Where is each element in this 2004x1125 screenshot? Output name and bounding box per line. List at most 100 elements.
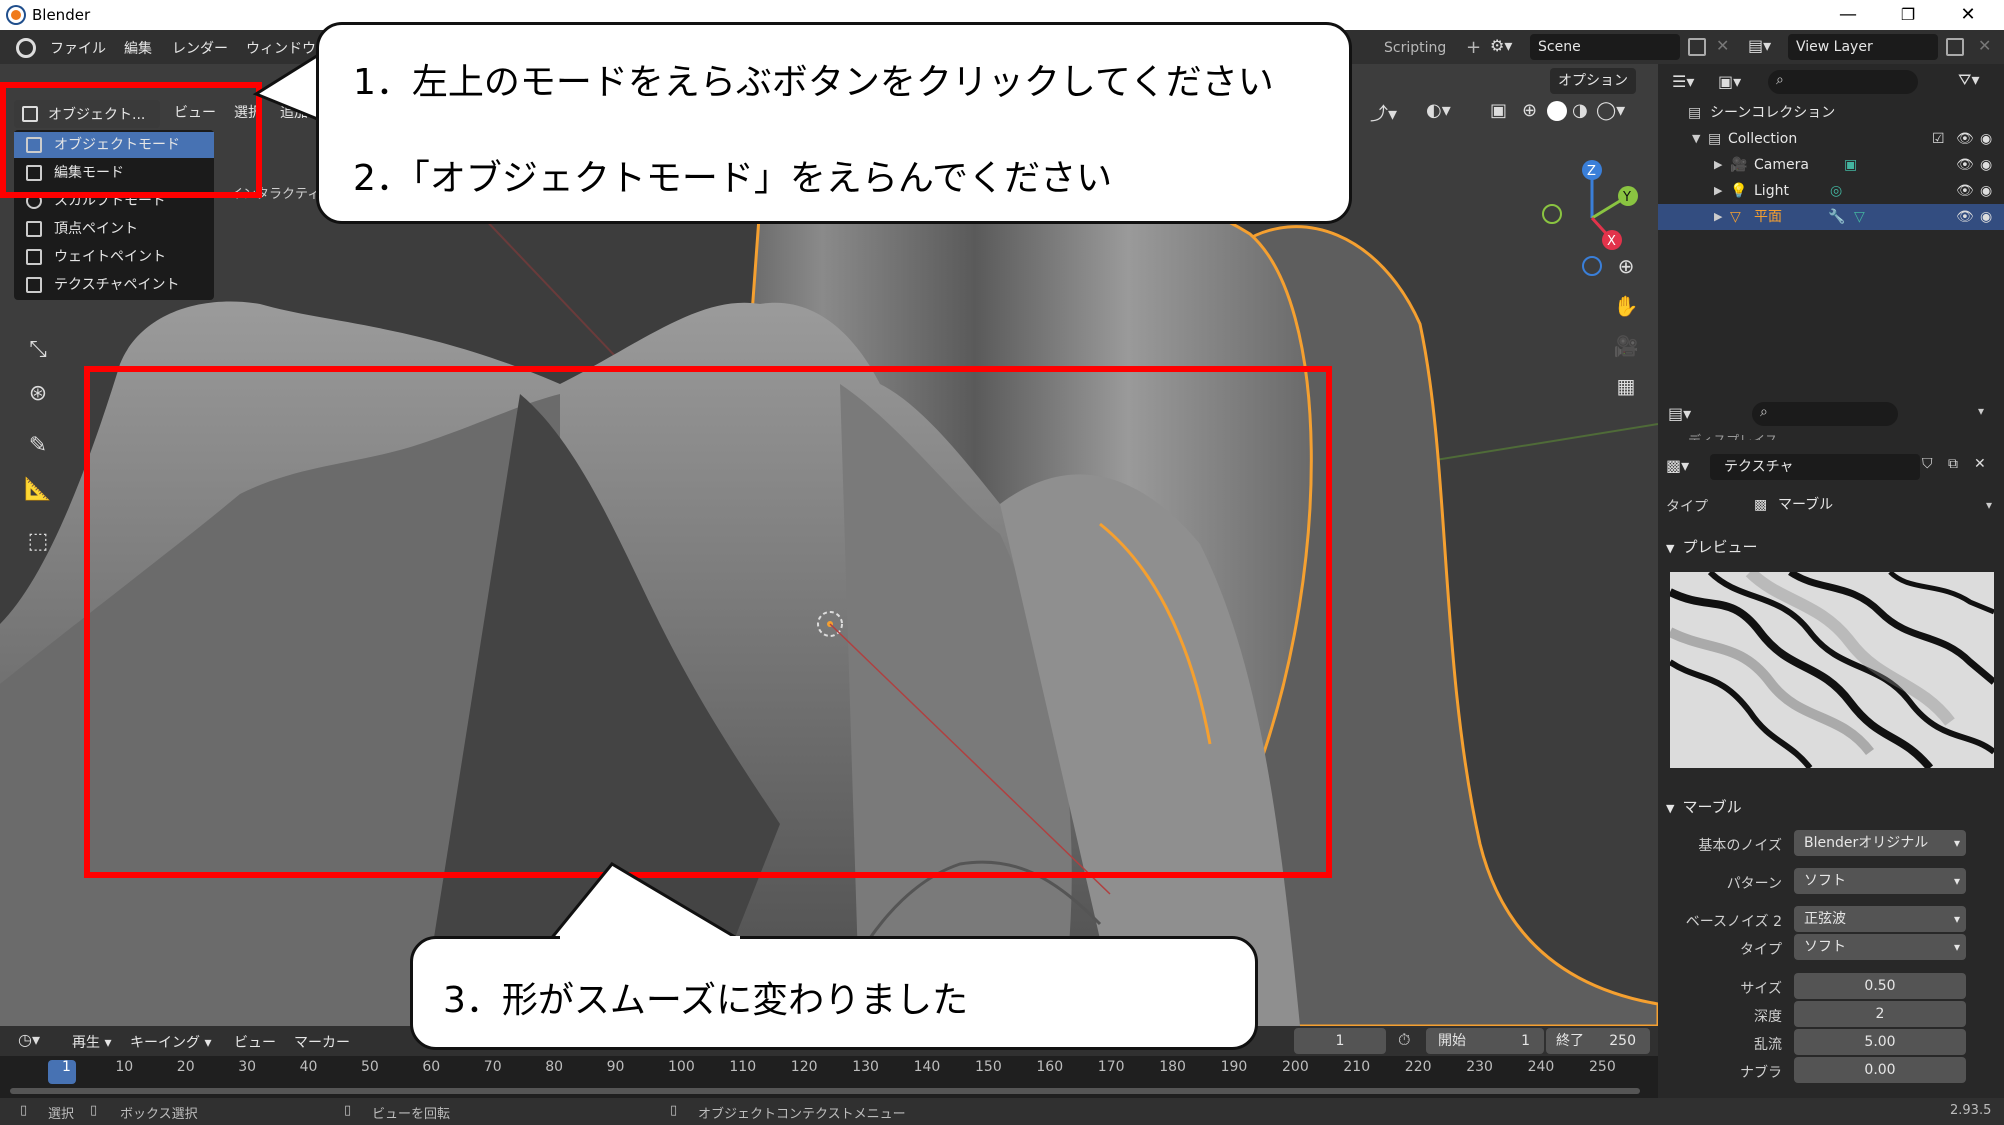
timeline-tick-label: 210 xyxy=(1343,1059,1371,1075)
filter-mode-icon[interactable]: ▣▾ xyxy=(1718,72,1741,91)
overlay-toggle-icon[interactable]: ◐▾ xyxy=(1426,100,1451,121)
turbulence-field[interactable]: 5.00 xyxy=(1794,1029,1966,1055)
menu-keying[interactable]: キーイング ▾ xyxy=(130,1032,211,1052)
mesh-data-icon: ▽ xyxy=(1854,209,1865,225)
outliner-row-light[interactable]: ▶ 💡 Light ◎ 👁 ◉ xyxy=(1658,178,2004,204)
annotate-tool-icon[interactable]: ✎ xyxy=(18,426,58,466)
maximize-button[interactable]: ❐ xyxy=(1880,0,1936,30)
camera-render-icon[interactable]: ◉ xyxy=(1980,204,1992,230)
scene-collection-icon: ▤ xyxy=(1688,105,1702,121)
tab-scripting[interactable]: Scripting xyxy=(1374,36,1456,60)
unlink-icon[interactable]: ✕ xyxy=(1974,456,1986,472)
window-title: Blender xyxy=(32,6,91,24)
menu-render[interactable]: レンダー xyxy=(172,38,228,58)
remove-view-layer-icon[interactable]: ✕ xyxy=(1978,36,1991,55)
menu-playback[interactable]: 再生 ▾ xyxy=(72,1032,111,1052)
close-button[interactable]: ✕ xyxy=(1940,0,1996,30)
eye-icon[interactable]: 👁 xyxy=(1956,152,1974,178)
menu-marker[interactable]: マーカー xyxy=(294,1032,350,1052)
preview-panel-header[interactable]: ▼ プレビュー xyxy=(1666,536,1757,557)
timeline-scrollbar[interactable] xyxy=(10,1088,1640,1094)
stopwatch-icon[interactable]: ⏱ xyxy=(1398,1030,1410,1050)
options-button[interactable]: オプション xyxy=(1550,68,1636,94)
mode-option-vertex-paint[interactable]: 頂点ペイント xyxy=(14,216,214,242)
mode-option-weight-paint[interactable]: ウェイトペイント xyxy=(14,244,214,270)
camera-render-icon[interactable]: ◉ xyxy=(1980,178,1992,204)
chevron-down-icon: ▾ xyxy=(1953,874,1960,888)
camera-render-icon[interactable]: ◉ xyxy=(1980,152,1992,178)
options-chevron-icon[interactable]: ▾ xyxy=(1978,404,1984,418)
noise-type-select[interactable]: ソフト ▾ xyxy=(1794,934,1966,960)
scale-tool-icon[interactable]: ⤡ xyxy=(18,330,58,370)
outliner-row-camera[interactable]: ▶ 🎥 Camera ▣ 👁 ◉ xyxy=(1658,152,2004,178)
size-field[interactable]: 0.50 xyxy=(1794,973,1966,999)
pan-hand-icon[interactable]: ✋ xyxy=(1608,288,1644,324)
chevron-down-icon: ▾ xyxy=(1953,940,1960,954)
marble-panel-header[interactable]: ▼ マーブル xyxy=(1666,796,1742,817)
camera-render-icon[interactable]: ◉ xyxy=(1980,126,1992,152)
displace-partial-header: ディスプレイス xyxy=(1688,430,1778,440)
status-select: 選択 xyxy=(48,1107,75,1122)
perspective-grid-icon[interactable]: ▦ xyxy=(1608,368,1644,404)
base-noise-select[interactable]: Blenderオリジナル ▾ xyxy=(1794,830,1966,856)
transform-tool-icon[interactable]: ⊛ xyxy=(18,374,58,414)
texture-type-field[interactable]: ▩ マーブル ▾ xyxy=(1746,492,1998,518)
view-layer-icon[interactable]: ▤▾ xyxy=(1748,36,1771,55)
remove-scene-icon[interactable]: ✕ xyxy=(1716,36,1729,55)
add-cube-tool-icon[interactable]: ⬚ xyxy=(18,522,58,562)
mesh-object-icon: ▽ xyxy=(1730,209,1741,225)
properties-search-input[interactable]: ⌕ xyxy=(1752,402,1898,426)
scene-selector-icon[interactable]: ⚙▾ xyxy=(1490,36,1526,60)
rendered-shading-icon[interactable]: ◯▾ xyxy=(1596,100,1625,121)
base-noise2-select[interactable]: 正弦波 ▾ xyxy=(1794,906,1966,932)
eye-icon[interactable]: 👁 xyxy=(1956,204,1974,230)
menu-edit[interactable]: 編集 xyxy=(124,38,152,58)
outliner-search-input[interactable]: ⌕ xyxy=(1768,70,1918,94)
chevron-down-icon: ▾ xyxy=(1953,836,1960,850)
xray-toggle-icon[interactable]: ▣ xyxy=(1490,100,1507,121)
depth-field[interactable]: 2 xyxy=(1794,1001,1966,1027)
timeline-editor-icon[interactable]: ◷▾ xyxy=(18,1030,40,1049)
solid-shading-icon[interactable] xyxy=(1547,101,1567,121)
viewport-gizmo-toggle-icon[interactable]: ⤴▾ xyxy=(1370,100,1397,126)
outliner-row-plane[interactable]: ▶ ▽ 平面 🔧 ▽ 👁 ◉ xyxy=(1658,204,2004,230)
eye-icon[interactable]: 👁 xyxy=(1956,126,1974,152)
zoom-icon[interactable]: ⊕ xyxy=(1608,248,1644,284)
new-view-layer-icon[interactable] xyxy=(1946,38,1964,56)
end-frame-field[interactable]: 終了 250 xyxy=(1546,1028,1650,1054)
checkbox-icon[interactable]: ☑ xyxy=(1932,126,1945,152)
eye-icon[interactable]: 👁 xyxy=(1956,178,1974,204)
texture-name-field[interactable]: テクスチャ xyxy=(1710,454,1920,480)
current-frame-field[interactable]: 1 xyxy=(1294,1028,1386,1054)
timeline-tick-label: 140 xyxy=(913,1059,941,1075)
mouse-middle-icon: ▯ xyxy=(344,1103,352,1118)
start-frame-field[interactable]: 開始 1 xyxy=(1426,1028,1544,1054)
camera-view-icon[interactable]: 🎥 xyxy=(1608,328,1644,364)
material-shading-icon[interactable]: ◑ xyxy=(1572,100,1588,121)
measure-tool-icon[interactable]: 📐 xyxy=(18,470,58,510)
scene-field[interactable]: Scene xyxy=(1530,34,1680,60)
pattern-select[interactable]: ソフト ▾ xyxy=(1794,868,1966,894)
minimize-button[interactable]: — xyxy=(1820,0,1876,30)
fake-user-icon[interactable]: ⛉ xyxy=(1922,456,1933,472)
nabla-field[interactable]: 0.00 xyxy=(1794,1057,1966,1083)
display-mode-icon[interactable]: ☰▾ xyxy=(1672,72,1694,91)
duplicate-icon[interactable]: ⧉ xyxy=(1948,456,1958,472)
timeline-tick-label: 1 xyxy=(62,1059,71,1075)
menu-file[interactable]: ファイル xyxy=(50,38,106,58)
wireframe-shading-icon[interactable]: ⊕ xyxy=(1522,100,1537,121)
panel-collapse-icon: ▼ xyxy=(1666,542,1675,555)
new-scene-icon[interactable] xyxy=(1688,38,1706,56)
gizmo-x-label: X xyxy=(1607,234,1616,249)
add-workspace-button[interactable]: + xyxy=(1456,36,1491,60)
outliner-row-collection[interactable]: ▼ ▤ Collection ☑ 👁 ◉ xyxy=(1658,126,2004,152)
blender-menu-icon[interactable] xyxy=(16,38,36,58)
filter-funnel-icon[interactable]: ⛛▾ xyxy=(1958,70,1979,90)
texture-type-icon[interactable]: ▩▾ xyxy=(1666,456,1689,475)
editor-type-icon[interactable]: ▤▾ xyxy=(1668,404,1691,423)
mode-option-texture-paint[interactable]: テクスチャペイント xyxy=(14,272,214,298)
menu-timeline-view[interactable]: ビュー xyxy=(234,1032,276,1052)
pattern-label: パターン xyxy=(1726,876,1782,892)
view-layer-field[interactable]: View Layer xyxy=(1788,34,1938,60)
outliner-scene-collection[interactable]: ▤ シーンコレクション xyxy=(1658,100,2004,126)
